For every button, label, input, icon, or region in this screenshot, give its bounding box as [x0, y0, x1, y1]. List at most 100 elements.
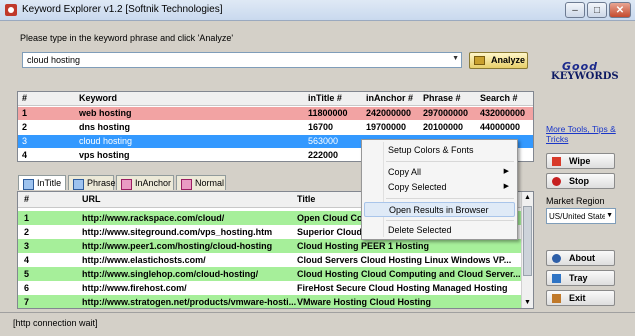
folder-search-icon	[474, 56, 485, 65]
close-icon: ✕	[615, 4, 625, 16]
table-row[interactable]: 3 http://www.peer1.com/hosting/cloud-hos…	[18, 239, 523, 253]
exit-icon	[552, 294, 561, 303]
menu-item-delete-selected[interactable]: Delete Selected	[364, 223, 515, 238]
tab-normal[interactable]: Normal	[176, 175, 226, 190]
market-region-value: US/United States	[549, 212, 605, 221]
row-phrase: 20100000	[423, 122, 464, 132]
scroll-thumb[interactable]	[523, 206, 532, 276]
stop-button[interactable]: Stop	[546, 173, 615, 189]
tray-icon	[552, 274, 561, 283]
row-keyword: vps hosting	[79, 150, 130, 160]
col-header-search[interactable]: Search #	[480, 93, 518, 103]
table-row[interactable]: 4 http://www.elastichosts.com/ Cloud Ser…	[18, 253, 523, 267]
keyword-table-header: # Keyword inTitle # inAnchor # Phrase # …	[18, 92, 533, 106]
menu-separator	[386, 198, 514, 199]
row-url: http://www.peer1.com/hosting/cloud-hosti…	[82, 241, 273, 251]
row-inanchor: 19700000	[366, 122, 407, 132]
table-row[interactable]: 5 http://www.singlehop.com/cloud-hosting…	[18, 267, 523, 281]
col-header-url[interactable]: URL	[82, 194, 101, 204]
table-icon	[181, 179, 192, 190]
menu-separator	[386, 161, 514, 162]
row-intitle: 16700	[308, 122, 334, 132]
row-url: http://www.singlehop.com/cloud-hosting/	[82, 269, 259, 279]
row-url: http://www.siteground.com/vps_hosting.ht…	[82, 227, 273, 237]
col-header-phrase[interactable]: Phrase #	[423, 93, 461, 103]
vertical-scrollbar[interactable]: ▲ ▼	[521, 192, 533, 308]
keyword-input[interactable]: cloud hosting ▼	[22, 52, 462, 68]
row-num: 1	[22, 108, 28, 118]
maximize-icon: □	[593, 4, 601, 16]
scroll-up-icon[interactable]: ▲	[524, 194, 531, 201]
table-row[interactable]: 2 dns hosting 16700 19700000 20100000 44…	[18, 121, 533, 134]
minimize-button[interactable]: –	[565, 2, 585, 18]
tab-inanchor[interactable]: InAnchor	[116, 175, 174, 190]
col-header-num[interactable]: #	[24, 194, 29, 204]
table-row[interactable]: 1 web hosting 11800000 242000000 2970000…	[18, 107, 533, 120]
market-region-label: Market Region	[546, 196, 605, 206]
row-title: Cloud Hosting Cloud Computing and Cloud …	[297, 269, 521, 279]
row-url: http://www.stratogen.net/products/vmware…	[82, 297, 297, 307]
close-button[interactable]: ✕	[609, 2, 631, 18]
tab-intitle[interactable]: InTitle	[18, 175, 66, 190]
row-title: VMware Hosting Cloud Hosting	[297, 297, 431, 307]
wipe-button[interactable]: Wipe	[546, 153, 615, 169]
search-prompt-label: Please type in the keyword phrase and cl…	[20, 33, 234, 43]
col-header-num[interactable]: #	[22, 93, 27, 103]
col-header-intitle[interactable]: inTitle #	[308, 93, 342, 103]
context-menu: Setup Colors & Fonts Copy All ▶ Copy Sel…	[361, 139, 518, 240]
about-button[interactable]: About	[546, 250, 615, 266]
analyze-label: Analyze	[491, 55, 526, 65]
row-intitle: 11800000	[308, 108, 348, 118]
row-url: http://www.rackspace.com/cloud/	[82, 213, 225, 223]
tab-label: InAnchor	[135, 178, 172, 188]
row-num: 6	[24, 283, 30, 293]
tab-phrase[interactable]: Phrase	[68, 175, 116, 190]
submenu-arrow-icon: ▶	[503, 183, 509, 190]
submenu-arrow-icon: ▶	[503, 168, 509, 175]
tab-label: Phrase	[87, 178, 116, 188]
minimize-icon: –	[572, 4, 578, 16]
row-keyword: dns hosting	[79, 122, 130, 132]
table-icon	[121, 179, 132, 190]
exit-label: Exit	[569, 293, 586, 303]
menu-item-copy-selected[interactable]: Copy Selected ▶	[364, 180, 515, 195]
row-url: http://www.elastichosts.com/	[82, 255, 206, 265]
col-header-title[interactable]: Title	[297, 194, 315, 204]
maximize-button[interactable]: □	[587, 2, 607, 18]
analyze-button[interactable]: Analyze	[469, 52, 528, 69]
row-num: 5	[24, 269, 30, 279]
menu-item-open-in-browser[interactable]: Open Results in Browser	[364, 202, 515, 217]
row-num: 3	[22, 136, 28, 146]
menu-item-label: Open Results in Browser	[389, 205, 489, 215]
col-header-keyword[interactable]: Keyword	[79, 93, 117, 103]
scroll-down-icon[interactable]: ▼	[524, 299, 531, 306]
chevron-down-icon: ▼	[606, 212, 613, 219]
info-icon	[552, 254, 561, 263]
row-phrase: 297000000	[423, 108, 469, 118]
table-row[interactable]: 6 http://www.firehost.com/ FireHost Secu…	[18, 281, 523, 295]
tray-button[interactable]: Tray	[546, 270, 615, 286]
menu-item-label: Copy Selected	[388, 182, 447, 192]
wipe-icon	[552, 157, 561, 166]
logo: Good KEYWORDS	[551, 60, 619, 90]
row-keyword: web hosting	[79, 108, 132, 118]
table-icon	[73, 179, 84, 190]
row-title: Cloud Servers Cloud Hosting Linux Window…	[297, 255, 512, 265]
market-region-select[interactable]: US/United States ▼	[546, 208, 616, 224]
menu-item-copy-all[interactable]: Copy All ▶	[364, 165, 515, 180]
col-header-inanchor[interactable]: inAnchor #	[366, 93, 413, 103]
menu-item-setup-colors[interactable]: Setup Colors & Fonts	[364, 143, 515, 158]
more-tools-link[interactable]: More Tools, Tips & Tricks	[546, 124, 626, 144]
tab-label: Normal	[195, 178, 225, 188]
row-num: 2	[24, 227, 30, 237]
row-search: 432000000	[480, 108, 526, 118]
tab-label: InTitle	[37, 178, 62, 188]
about-label: About	[569, 253, 595, 263]
stop-icon	[552, 177, 561, 186]
table-row[interactable]: 7 http://www.stratogen.net/products/vmwa…	[18, 295, 523, 308]
row-num: 4	[22, 150, 28, 160]
title-bar[interactable]: Keyword Explorer v1.2 [Softnik Technolog…	[0, 0, 635, 21]
menu-item-label: Delete Selected	[388, 225, 452, 235]
exit-button[interactable]: Exit	[546, 290, 615, 306]
dropdown-arrow-icon[interactable]: ▼	[452, 55, 459, 62]
